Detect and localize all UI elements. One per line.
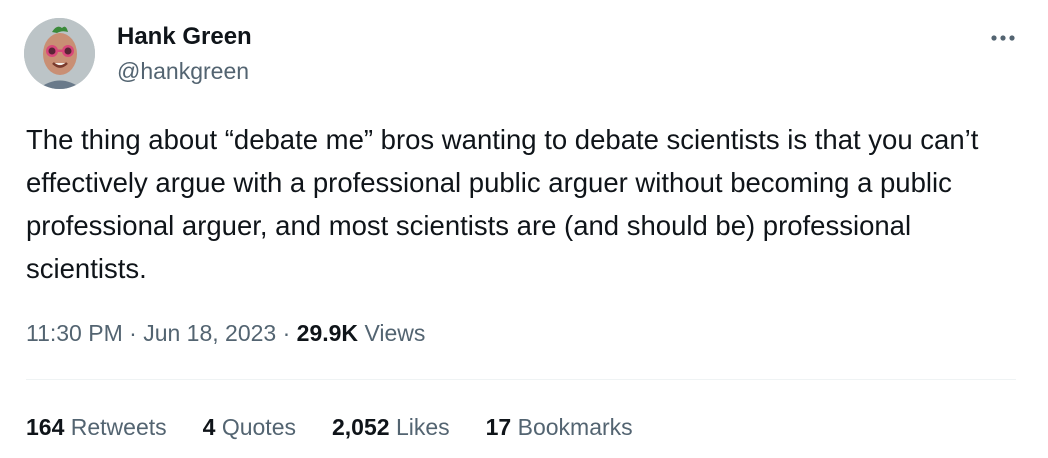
meta-separator: ·	[282, 320, 291, 346]
quotes-stat[interactable]: 4 Quotes	[203, 410, 296, 444]
bookmarks-stat[interactable]: 17 Bookmarks	[486, 410, 633, 444]
tweet-time[interactable]: 11:30 PM	[26, 320, 123, 346]
bookmarks-count: 17	[485, 414, 512, 440]
retweets-label: Retweets	[70, 414, 167, 440]
author-display-name[interactable]: Hank Green	[117, 20, 252, 54]
views-label: Views	[364, 320, 426, 346]
retweets-stat[interactable]: 164 Retweets	[26, 410, 167, 444]
divider	[26, 379, 1016, 380]
quotes-count: 4	[202, 414, 216, 440]
tweet-card: Hank Green @hankgreen The thing about “d…	[0, 0, 1048, 458]
tweet-stats: 164 Retweets 4 Quotes 2,052 Likes 17 Boo…	[26, 410, 669, 444]
likes-label: Likes	[395, 414, 450, 440]
tweet-date[interactable]: Jun 18, 2023	[143, 320, 276, 346]
likes-count: 2,052	[331, 414, 390, 440]
author-names: Hank Green @hankgreen	[117, 20, 252, 88]
likes-stat[interactable]: 2,052 Likes	[332, 410, 450, 444]
more-options-button[interactable]	[988, 28, 1018, 48]
tweet-header: Hank Green @hankgreen	[24, 18, 252, 89]
retweets-count: 164	[26, 414, 65, 440]
more-options-icon	[991, 35, 1015, 41]
quotes-label: Quotes	[221, 414, 296, 440]
tweet-meta: 11:30 PM · Jun 18, 2023 · 29.9K Views	[26, 316, 425, 350]
avatar[interactable]	[24, 18, 95, 89]
bookmarks-label: Bookmarks	[517, 414, 633, 440]
author-handle[interactable]: @hankgreen	[117, 54, 252, 88]
meta-separator: ·	[129, 320, 137, 346]
views-count: 29.9K	[296, 320, 359, 346]
tweet-text: The thing about “debate me” bros wanting…	[26, 124, 979, 284]
